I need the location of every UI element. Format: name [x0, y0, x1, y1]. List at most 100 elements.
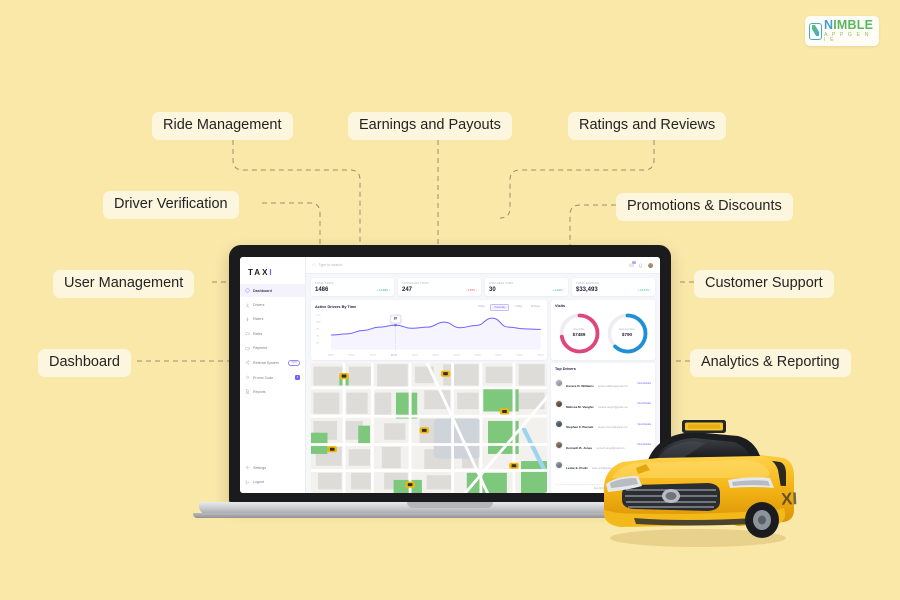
- sidebar-item-reports[interactable]: Reports: [240, 385, 305, 398]
- sidebar-item-logout[interactable]: Logout: [240, 476, 305, 489]
- live-map[interactable]: [311, 363, 547, 493]
- svg-text:125: 125: [316, 315, 321, 317]
- riders-icon: [245, 317, 250, 322]
- sidebar-item-promo-code[interactable]: Promo Code 3: [240, 371, 305, 384]
- logo-tagline: A P P G E N I E: [824, 31, 870, 43]
- sidebar-item-riders[interactable]: Riders: [240, 313, 305, 326]
- callout-ride-management: Ride Management: [152, 112, 293, 141]
- stat-card-cancelled-trips: Cancelled Trips 247 - 6.08% ↓: [398, 278, 481, 296]
- driver-avatar: [555, 440, 563, 449]
- view-details-link[interactable]: View Details: [637, 382, 651, 385]
- chart-range-tabs: Today Yesterday 7 Days 30 Days: [475, 303, 543, 312]
- svg-text:50: 50: [316, 336, 320, 338]
- share-icon: [245, 360, 250, 365]
- sidebar-item-settings[interactable]: Settings: [240, 461, 305, 474]
- user-icon: [245, 303, 250, 308]
- chart-title: Active Drivers By Time: [315, 305, 357, 310]
- svg-text:06pm: 06pm: [537, 355, 544, 357]
- sidebar-item-drivers[interactable]: Drivers: [240, 298, 305, 311]
- logo-word: IMBLE: [833, 17, 874, 32]
- chart-and-visits-row: Active Drivers By Time Today Yesterday 7…: [311, 299, 655, 360]
- driver-email: horace.williams@gmail.com: [598, 385, 628, 388]
- stat-label: Available Cabs: [489, 281, 514, 285]
- sidebar-label-rides: Rides: [253, 331, 263, 336]
- search-input[interactable]: Type to search: [312, 263, 624, 267]
- dashboard-logo-accent: I: [269, 268, 274, 277]
- stat-card-total-earning: Total Earning $33,493 + 18.17% ↑: [572, 278, 655, 296]
- sidebar-label-referral-system: Referral System: [253, 360, 279, 365]
- logo-wordmark: NIMBLE A P P G E N I E: [824, 19, 875, 43]
- driver-name: Leslie E. Pruitt: [566, 466, 588, 470]
- map-svg: [311, 363, 547, 493]
- visits-title: Visits: [555, 303, 566, 308]
- callout-analytics-reporting: Analytics & Reporting: [690, 349, 851, 378]
- taxi-car-image: TAXI: [588, 398, 803, 548]
- svg-text:03pm: 03pm: [475, 355, 482, 357]
- stat-card-available-cabs: Available Cabs 30 + 3.04% ↑: [485, 278, 568, 296]
- stat-label: Cancelled Trips: [402, 281, 429, 285]
- messages-icon[interactable]: 2: [629, 261, 636, 268]
- chart-tooltip: 87: [389, 314, 402, 324]
- stats-row: Total Trips 1486 + 14.58% ↑ Cancelled Tr…: [311, 278, 655, 296]
- chart-tab-7days[interactable]: 7 Days: [511, 304, 525, 312]
- dashboard-sidebar: TAXI Dashboard Drivers Riders Rides Paym…: [240, 257, 306, 493]
- callout-ratings-reviews: Ratings and Reviews: [568, 112, 727, 141]
- sidebar-item-rides[interactable]: Rides: [240, 327, 305, 340]
- chart-tab-yesterday[interactable]: Yesterday: [489, 303, 510, 312]
- topbar-icons: 2: [629, 261, 654, 269]
- svg-text:08am: 08am: [328, 355, 335, 357]
- sidebar-badge-new: NEW: [288, 360, 300, 366]
- logo-letter-n: N: [824, 17, 834, 32]
- svg-text:100: 100: [316, 322, 321, 324]
- sidebar-item-dashboard[interactable]: Dashboard: [240, 284, 305, 298]
- sidebar-label-drivers: Drivers: [253, 303, 265, 308]
- active-drivers-chart-card: Active Drivers By Time Today Yesterday 7…: [311, 299, 547, 360]
- donut-new-visits: New Visits $7489: [557, 311, 602, 356]
- dashboard-logo-text: TAX: [248, 268, 270, 277]
- donut-returned-visits: Returned Visits $790: [605, 311, 650, 356]
- sidebar-item-payment[interactable]: Payment: [240, 342, 305, 355]
- logo-mark-icon: [809, 22, 822, 40]
- callout-user-management: User Management: [53, 270, 195, 299]
- stat-label: Total Earning: [576, 281, 600, 285]
- gear-icon: [245, 465, 250, 471]
- stat-value: 1486: [315, 286, 329, 293]
- driver-avatar: [555, 399, 563, 408]
- bell-icon[interactable]: [638, 263, 643, 268]
- stat-delta: + 3.04% ↑: [552, 288, 564, 292]
- visits-donuts: New Visits $7489 Returned Visits $790: [555, 311, 651, 356]
- avatar[interactable]: [647, 261, 654, 269]
- svg-text:12pm: 12pm: [412, 355, 419, 357]
- top-drivers-title: Top Drivers: [555, 367, 576, 371]
- stat-value: 30: [489, 286, 496, 293]
- sidebar-label-dashboard: Dashboard: [253, 288, 272, 293]
- donut-value: $790: [621, 331, 633, 337]
- car-icon: [245, 331, 250, 336]
- doc-icon: [245, 389, 250, 394]
- callout-dashboard: Dashboard: [38, 349, 131, 378]
- svg-text:75: 75: [316, 329, 320, 331]
- driver-avatar: [555, 420, 563, 428]
- sidebar-label-reports: Reports: [253, 389, 266, 394]
- sidebar-badge-promo-count: 3: [295, 375, 300, 381]
- stat-label: Total Trips: [315, 281, 334, 285]
- driver-avatar: [555, 461, 563, 469]
- sidebar-item-referral-system[interactable]: Referral System NEW: [240, 356, 305, 370]
- chart-tab-today[interactable]: Today: [475, 304, 488, 312]
- nimble-appgenie-logo: NIMBLE A P P G E N I E: [805, 16, 879, 46]
- dashboard-logo: TAXI: [240, 263, 305, 284]
- wallet-icon: [245, 346, 250, 351]
- stat-delta: + 18.17% ↑: [637, 288, 651, 292]
- callout-earnings-payouts: Earnings and Payouts: [348, 112, 512, 141]
- logout-icon: [245, 480, 250, 485]
- sidebar-label-payment: Payment: [253, 346, 268, 351]
- stat-value: $33,493: [576, 286, 598, 293]
- callout-driver-verification: Driver Verification: [103, 191, 239, 220]
- stat-value: 247: [402, 286, 413, 293]
- svg-text:04pm: 04pm: [496, 355, 503, 357]
- driver-name: Horace R. Williams: [566, 384, 594, 388]
- chart-tab-30days[interactable]: 30 Days: [527, 304, 543, 312]
- dashboard-topbar: Type to search 2: [306, 257, 660, 274]
- svg-text:09am: 09am: [349, 355, 356, 357]
- driver-row: Horace R. Williams horace.williams@gmail…: [555, 374, 651, 392]
